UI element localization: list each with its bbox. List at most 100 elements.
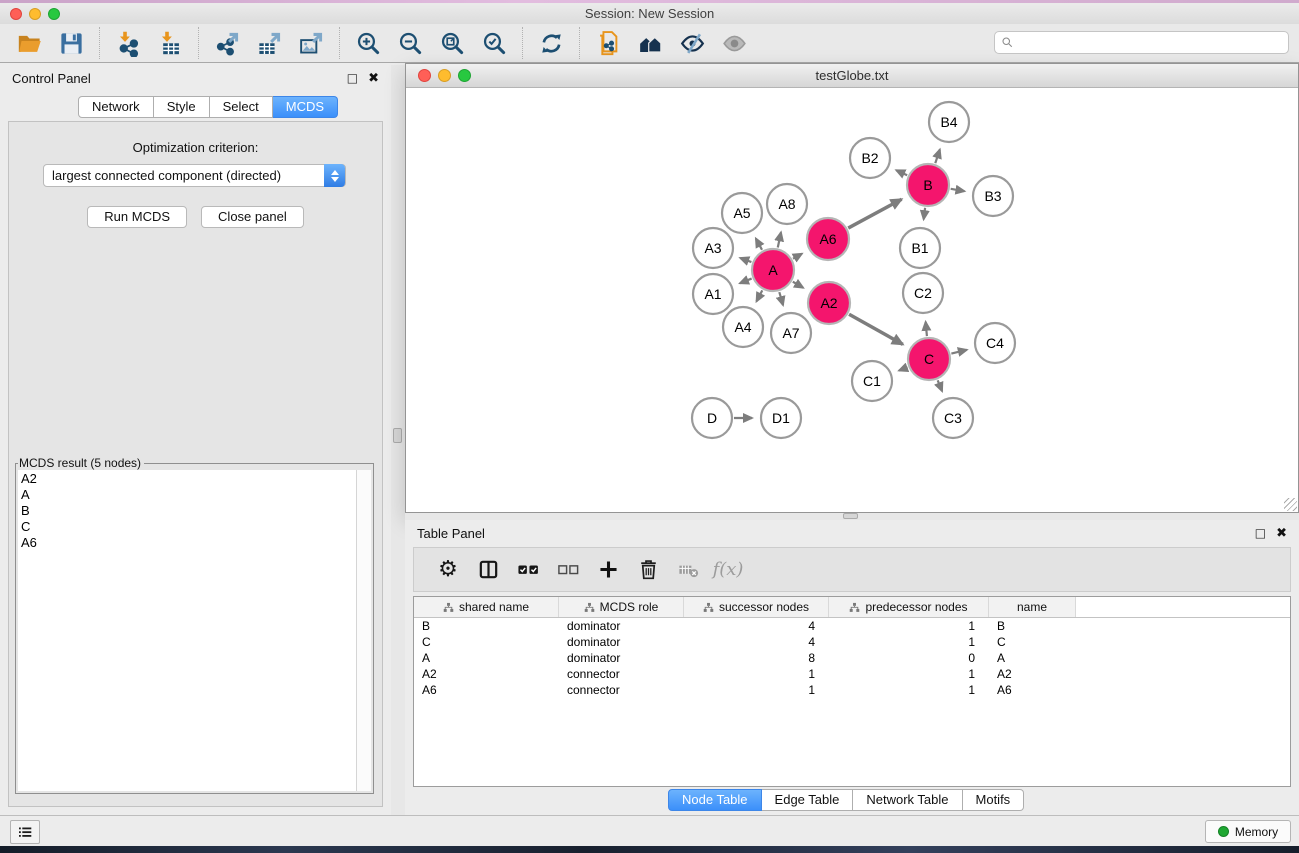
graph-edge-C-C1[interactable] — [899, 367, 907, 370]
table-cell-successor-nodes[interactable]: 4 — [684, 635, 829, 649]
window-resize-grip[interactable] — [1284, 498, 1297, 511]
graph-edge-A-A2[interactable] — [793, 282, 803, 288]
table-cell-predecessor-nodes[interactable]: 1 — [829, 667, 989, 681]
table-float-panel-icon[interactable]: □ — [1255, 526, 1266, 540]
home-icon[interactable] — [629, 26, 671, 60]
show-graphics-details-icon[interactable] — [713, 26, 755, 60]
float-panel-icon[interactable]: □ — [347, 71, 358, 85]
result-list-scrollbar[interactable] — [357, 470, 371, 791]
table-cell-name[interactable]: A2 — [989, 667, 1076, 681]
table-close-panel-icon[interactable]: ✖ — [1276, 526, 1287, 541]
network-canvas[interactable]: B4B2BB3A5A8A6B1A3AA1C2A2A4A7C4CC1C3DD1 — [406, 89, 1298, 512]
table-tab-edge-table[interactable]: Edge Table — [762, 789, 854, 811]
table-cell-shared-name[interactable]: A — [414, 651, 559, 665]
graph-edge-B-B3[interactable] — [951, 189, 965, 191]
new-network-view-icon[interactable] — [587, 26, 629, 60]
graph-edge-A6-B[interactable] — [848, 199, 901, 228]
graph-edge-B-B4[interactable] — [935, 150, 940, 164]
table-cell-name[interactable]: A6 — [989, 683, 1076, 697]
graph-edge-A-A6[interactable] — [793, 254, 802, 259]
horizontal-split-divider[interactable] — [405, 513, 1299, 520]
export-table-icon[interactable] — [248, 26, 290, 60]
table-row[interactable]: A2connector11A2 — [414, 666, 1290, 682]
export-network-icon[interactable] — [206, 26, 248, 60]
table-cell-predecessor-nodes[interactable]: 1 — [829, 619, 989, 633]
column-header-successor-nodes[interactable]: successor nodes — [684, 597, 829, 617]
save-session-icon[interactable] — [50, 26, 92, 60]
close-panel-icon[interactable]: ✖ — [368, 71, 379, 86]
table-cell-successor-nodes[interactable]: 8 — [684, 651, 829, 665]
vertical-split-divider[interactable] — [391, 65, 405, 815]
column-header-predecessor-nodes[interactable]: predecessor nodes — [829, 597, 989, 617]
table-cell-successor-nodes[interactable]: 1 — [684, 683, 829, 697]
table-row[interactable]: Bdominator41B — [414, 618, 1290, 634]
graph-edge-A-A7[interactable] — [779, 292, 783, 305]
graph-edge-C-C3[interactable] — [938, 380, 942, 391]
table-cell-name[interactable]: C — [989, 635, 1076, 649]
table-cell-shared-name[interactable]: C — [414, 635, 559, 649]
table-cell-successor-nodes[interactable]: 1 — [684, 667, 829, 681]
table-cell-shared-name[interactable]: A2 — [414, 667, 559, 681]
open-session-icon[interactable] — [8, 26, 50, 60]
mcds-result-item[interactable]: A — [21, 487, 356, 503]
vertical-split-handle[interactable] — [393, 428, 402, 443]
column-header-name[interactable]: name — [989, 597, 1076, 617]
hide-graphics-details-icon[interactable] — [671, 26, 713, 60]
table-cell-successor-nodes[interactable]: 4 — [684, 619, 829, 633]
graph-edge-A-A8[interactable] — [778, 232, 781, 247]
zoom-out-icon[interactable] — [389, 26, 431, 60]
table-cell-shared-name[interactable]: A6 — [414, 683, 559, 697]
table-cell-name[interactable]: B — [989, 619, 1076, 633]
graph-edge-C-C4[interactable] — [951, 350, 966, 354]
table-cell-predecessor-nodes[interactable]: 0 — [829, 651, 989, 665]
optimization-criterion-select[interactable]: largest connected component (directed) — [43, 164, 346, 187]
graph-edge-A2-C[interactable] — [849, 314, 903, 344]
zoom-selected-icon[interactable] — [473, 26, 515, 60]
tab-mcds[interactable]: MCDS — [273, 96, 338, 118]
table-cell-MCDS-role[interactable]: dominator — [559, 651, 684, 665]
table-cell-name[interactable]: A — [989, 651, 1076, 665]
table-cell-shared-name[interactable]: B — [414, 619, 559, 633]
graph-edge-B-B2[interactable] — [896, 170, 907, 175]
mcds-result-item[interactable]: A2 — [21, 471, 356, 487]
memory-button[interactable]: Memory — [1205, 820, 1291, 843]
deselect-all-icon[interactable] — [548, 552, 588, 588]
table-tab-motifs[interactable]: Motifs — [963, 789, 1025, 811]
delete-column-icon[interactable] — [628, 552, 668, 588]
table-tab-network-table[interactable]: Network Table — [853, 789, 962, 811]
graph-edge-A-A5[interactable] — [756, 238, 762, 249]
mcds-result-item[interactable]: A6 — [21, 535, 356, 551]
tab-style[interactable]: Style — [154, 96, 210, 118]
graph-edge-B-B1[interactable] — [924, 208, 925, 219]
graph-edge-C-C2[interactable] — [926, 322, 927, 336]
table-cell-MCDS-role[interactable]: connector — [559, 667, 684, 681]
table-cell-predecessor-nodes[interactable]: 1 — [829, 635, 989, 649]
table-cell-predecessor-nodes[interactable]: 1 — [829, 683, 989, 697]
table-row[interactable]: A6connector11A6 — [414, 682, 1290, 698]
column-header-shared-name[interactable]: shared name — [414, 597, 559, 617]
graph-edge-A-A4[interactable] — [757, 290, 763, 301]
table-cell-MCDS-role[interactable]: dominator — [559, 619, 684, 633]
mcds-result-item[interactable]: C — [21, 519, 356, 535]
mcds-result-item[interactable]: B — [21, 503, 356, 519]
zoom-in-icon[interactable] — [347, 26, 389, 60]
table-row[interactable]: Cdominator41C — [414, 634, 1290, 650]
table-cell-MCDS-role[interactable]: dominator — [559, 635, 684, 649]
select-all-icon[interactable] — [508, 552, 548, 588]
settings-icon[interactable]: ⚙ — [428, 552, 468, 588]
add-column-icon[interactable] — [588, 552, 628, 588]
tab-network[interactable]: Network — [78, 96, 154, 118]
close-panel-button[interactable]: Close panel — [201, 206, 304, 228]
tab-select[interactable]: Select — [210, 96, 273, 118]
import-network-icon[interactable] — [107, 26, 149, 60]
horizontal-split-handle[interactable] — [843, 513, 858, 519]
table-cell-MCDS-role[interactable]: connector — [559, 683, 684, 697]
zoom-fit-icon[interactable] — [431, 26, 473, 60]
columns-icon[interactable] — [468, 552, 508, 588]
network-window-titlebar[interactable]: testGlobe.txt — [406, 64, 1298, 88]
export-image-icon[interactable] — [290, 26, 332, 60]
refresh-view-icon[interactable] — [530, 26, 572, 60]
graph-edge-A-A1[interactable] — [740, 279, 752, 284]
show-panels-button[interactable] — [10, 820, 40, 844]
graph-edge-A-A3[interactable] — [740, 258, 751, 262]
